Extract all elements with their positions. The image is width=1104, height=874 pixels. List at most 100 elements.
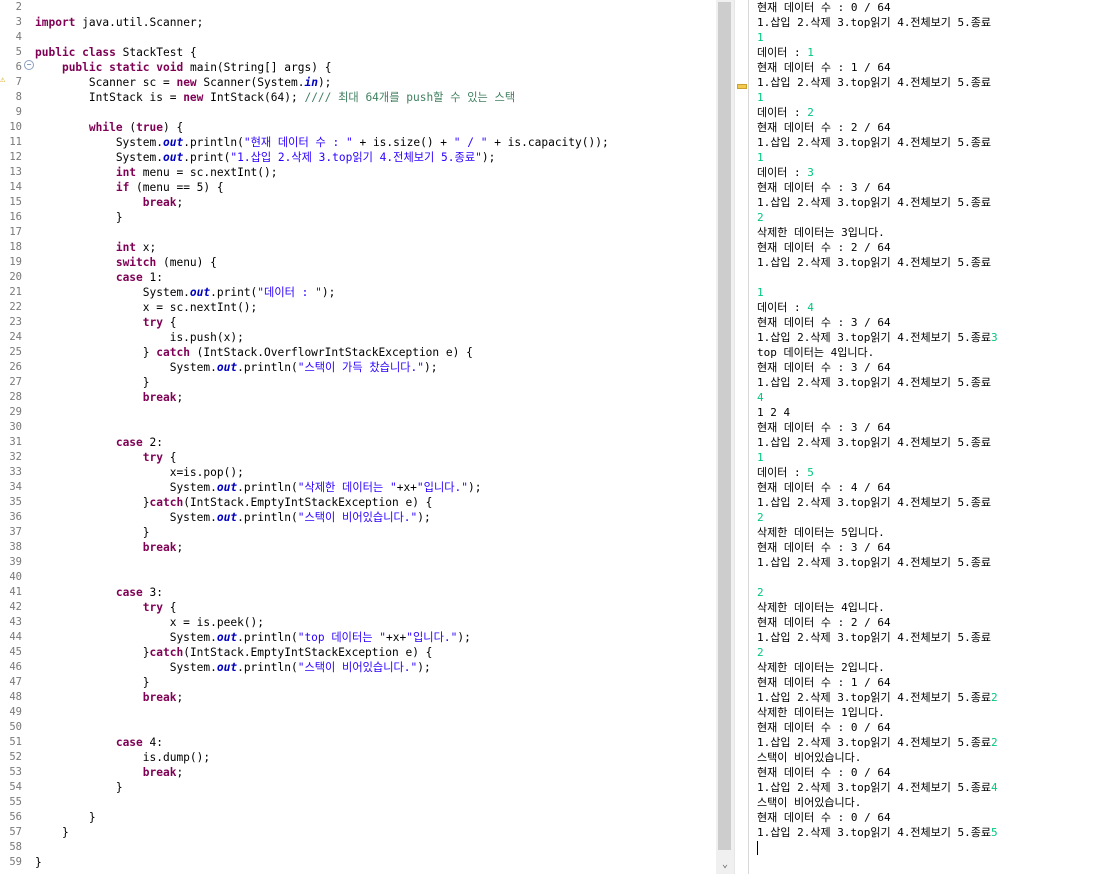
fold-collapse-icon[interactable]: − [24, 60, 34, 70]
code-line[interactable]: System.out.println("삭제한 데이터는 "+x+"입니다.")… [35, 480, 482, 495]
code-line[interactable]: case 4: [35, 735, 163, 750]
code-token: System. [35, 511, 217, 524]
code-line[interactable]: System.out.println("스택이 가득 찼습니다."); [35, 360, 438, 375]
console-output-text: 1.삽입 2.삭제 3.top읽기 4.전체보기 5.종료 [757, 16, 992, 29]
code-token: 2: [142, 436, 163, 449]
line-number: 19 [9, 256, 22, 268]
code-line[interactable]: public class StackTest { [35, 45, 197, 60]
chevron-down-icon[interactable]: ⌄ [716, 856, 734, 874]
console-output-text: 1 2 4 [757, 406, 791, 419]
code-line[interactable]: case 1: [35, 270, 163, 285]
code-line[interactable]: if (menu == 5) { [35, 180, 224, 195]
code-token: } [35, 526, 150, 539]
code-token: (IntStack.EmptyIntStackException e) { [183, 496, 433, 509]
code-token: import [35, 16, 76, 29]
code-line[interactable]: } [35, 780, 123, 795]
console-line: 현재 데이터 수 : 0 / 64 [757, 810, 891, 825]
code-line[interactable]: System.out.println("스택이 비어있습니다."); [35, 510, 431, 525]
code-line[interactable]: case 3: [35, 585, 163, 600]
overview-ruler [734, 0, 749, 874]
code-line[interactable]: } [35, 825, 69, 840]
console-line: 1 [757, 150, 764, 165]
console-line: top 데이터는 4입니다. [757, 345, 874, 360]
warning-marker[interactable] [737, 84, 747, 89]
editor-vertical-scrollbar[interactable]: ⌄ [716, 0, 734, 874]
console-line: 1 [757, 450, 764, 465]
code-line[interactable]: IntStack is = new IntStack(64); //// 최대 … [35, 90, 515, 105]
console-output-text: 현재 데이터 수 : 3 / 64 [757, 181, 891, 194]
code-line[interactable]: } [35, 675, 150, 690]
code-line[interactable]: int x; [35, 240, 156, 255]
code-line[interactable]: } [35, 210, 123, 225]
code-line[interactable]: try { [35, 450, 177, 465]
code-line[interactable]: break; [35, 195, 183, 210]
code-line[interactable]: int menu = sc.nextInt(); [35, 165, 278, 180]
code-line[interactable]: } [35, 810, 96, 825]
console-output-text: 삭제한 데이터는 5입니다. [757, 526, 885, 539]
code-line[interactable]: break; [35, 765, 183, 780]
code-line[interactable]: switch (menu) { [35, 255, 217, 270]
line-number: 55 [9, 796, 22, 808]
code-line[interactable]: x = is.peek(); [35, 615, 264, 630]
code-line[interactable]: Scanner sc = new Scanner(System.in); [35, 75, 332, 90]
code-token: ; [176, 541, 184, 554]
warning-icon[interactable]: ⚠ [0, 76, 9, 85]
code-editor[interactable]: 2 3 4 5 6 7 8 9 10 11 12 13 14 15 16 17 18 19 20 21 22 23 24 25… [0, 0, 716, 874]
console-line: 1.삽입 2.삭제 3.top읽기 4.전체보기 5.종료 [757, 255, 991, 270]
line-number: 29 [9, 406, 22, 418]
code-line[interactable]: while (true) { [35, 120, 183, 135]
code-token: public [61, 61, 103, 74]
code-token: ; [176, 691, 184, 704]
code-token: 1: [142, 271, 163, 284]
code-line[interactable]: break; [35, 540, 183, 555]
code-line[interactable]: System.out.println("top 데이터는 "+x+"입니다.")… [35, 630, 471, 645]
line-number: 20 [9, 271, 22, 283]
console-line: 스택이 비어있습니다. [757, 795, 861, 810]
code-line[interactable]: is.dump(); [35, 750, 210, 765]
code-token: break [142, 766, 177, 779]
console-input-text: 1 [757, 91, 764, 104]
code-line[interactable]: try { [35, 315, 177, 330]
code-line[interactable]: case 2: [35, 435, 163, 450]
scrollbar-thumb[interactable] [718, 2, 731, 850]
line-number: 22 [9, 301, 22, 313]
line-number: 38 [9, 541, 22, 553]
code-line[interactable]: try { [35, 600, 177, 615]
code-token: } [35, 646, 150, 659]
code-line[interactable]: System.out.println("스택이 비어있습니다."); [35, 660, 431, 675]
code-line[interactable]: }catch(IntStack.EmptyIntStackException e… [35, 645, 433, 660]
line-number: 21 [9, 286, 22, 298]
code-token: "입니다." [416, 481, 469, 494]
code-line[interactable]: } [35, 525, 150, 540]
code-line[interactable]: is.push(x); [35, 330, 244, 345]
console-line: 현재 데이터 수 : 2 / 64 [757, 615, 891, 630]
code-line[interactable]: x = sc.nextInt(); [35, 300, 258, 315]
code-token: catch [149, 496, 184, 509]
console-input-text: 3 [807, 166, 814, 179]
code-line[interactable]: System.out.print("1.삽입 2.삭제 3.top읽기 4.전체… [35, 150, 496, 165]
code-token: in [304, 76, 318, 89]
code-line[interactable]: } [35, 855, 42, 870]
code-line[interactable]: } catch (IntStack.OverflowrIntStackExcep… [35, 345, 473, 360]
console-input-text: 1 [807, 46, 814, 59]
code-token: catch [156, 346, 190, 359]
code-line[interactable]: } [35, 375, 150, 390]
code-line[interactable]: break; [35, 390, 183, 405]
console-line: 1.삽입 2.삭제 3.top읽기 4.전체보기 5.종료 [757, 630, 991, 645]
code-token: } [35, 826, 69, 839]
code-line[interactable]: System.out.println("현재 데이터 수 : " + is.si… [35, 135, 609, 150]
console-output-text: 삭제한 데이터는 3입니다. [757, 226, 885, 239]
code-line[interactable]: break; [35, 690, 183, 705]
code-line[interactable]: import java.util.Scanner; [35, 15, 203, 30]
code-token: "삭제한 데이터는 " [297, 481, 397, 494]
code-line[interactable]: public static void main(String[] args) { [35, 60, 331, 75]
code-line[interactable]: x=is.pop(); [35, 465, 244, 480]
console-line: 현재 데이터 수 : 1 / 64 [757, 60, 891, 75]
code-line[interactable]: System.out.print("데이터 : "); [35, 285, 336, 300]
console-output[interactable]: 현재 데이터 수 : 0 / 64 1.삽입 2.삭제 3.top읽기 4.전체보… [748, 0, 1104, 874]
console-line: 데이터 : 3 [757, 165, 814, 180]
code-line[interactable]: }catch(IntStack.EmptyIntStackException e… [35, 495, 433, 510]
